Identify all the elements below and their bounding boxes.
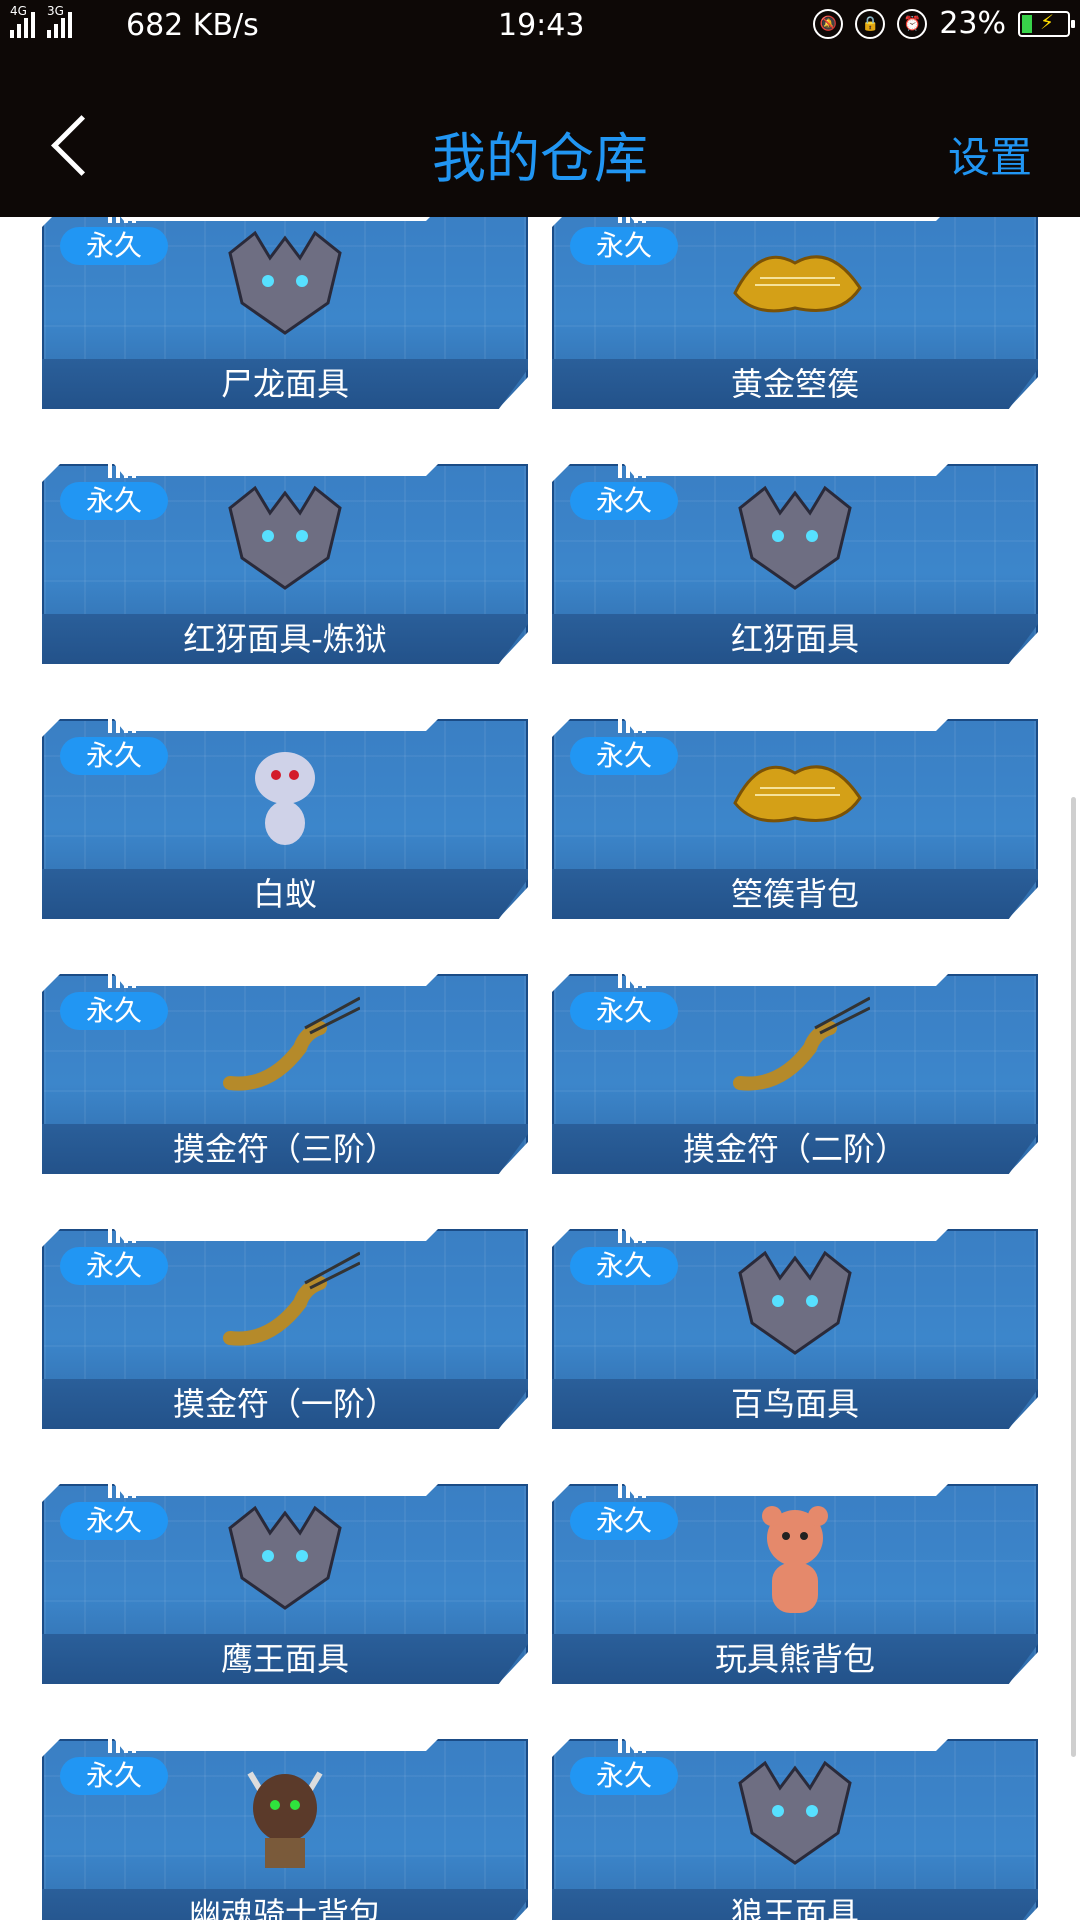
- permanent-badge: 永久: [60, 1757, 168, 1795]
- item-name: 白蚁: [252, 875, 317, 913]
- signal-indicators: 4G 3G: [10, 4, 72, 38]
- knight-icon: [247, 1771, 323, 1868]
- card-tick-marks: [108, 974, 136, 988]
- item-name: 百鸟面具: [730, 1385, 859, 1423]
- item-name: 摸金符（一阶）: [172, 1385, 397, 1423]
- item-card[interactable]: 永久摸金符（二阶）: [552, 974, 1038, 1174]
- mask-icon: [738, 1250, 852, 1355]
- lock-rotation-icon: 🔒: [855, 8, 886, 39]
- item-name: 鹰王面具: [220, 1640, 349, 1678]
- scrollbar[interactable]: [1071, 797, 1076, 1757]
- permanent-badge: 永久: [570, 1757, 678, 1795]
- status-bar: 4G 3G 682 KB/s 19:43 🔕 🔒 ⏰ 23% ⚡: [0, 0, 1080, 54]
- item-card[interactable]: 永久红犽面具: [552, 464, 1038, 664]
- signal-3g-icon: 3G: [47, 4, 72, 38]
- permanent-badge: 永久: [60, 482, 168, 520]
- item-name: 黄金箜篌: [730, 365, 859, 403]
- card-tick-marks: [618, 719, 646, 733]
- item-name: 摸金符（二阶）: [682, 1130, 907, 1168]
- item-name: 红犽面具: [730, 620, 859, 658]
- item-name: 尸龙面具: [220, 365, 349, 403]
- card-tick-marks: [618, 1229, 646, 1243]
- page-title: 我的仓库: [432, 127, 648, 190]
- card-tick-marks: [108, 1484, 136, 1498]
- card-tick-marks: [108, 217, 136, 223]
- settings-button[interactable]: 设置: [948, 124, 1032, 185]
- item-card[interactable]: 永久白蚁: [42, 719, 528, 919]
- harp-icon: [733, 255, 862, 313]
- teddy-bear-icon: [762, 1506, 828, 1613]
- item-name: 箜篌背包: [730, 875, 859, 913]
- item-card[interactable]: 永久玩具熊背包: [552, 1484, 1038, 1684]
- signal-4g-icon: 4G: [10, 4, 35, 38]
- pet-icon: [255, 752, 315, 845]
- charging-icon: ⚡: [1040, 9, 1055, 34]
- permanent-badge: 永久: [570, 227, 678, 265]
- mask-icon: [228, 230, 342, 335]
- status-right: 🔕 🔒 ⏰ 23% ⚡: [813, 6, 1075, 41]
- permanent-badge: 永久: [60, 737, 168, 775]
- card-tick-marks: [618, 1739, 646, 1753]
- card-tick-marks: [618, 217, 646, 223]
- network-speed: 682 KB/s: [126, 8, 259, 43]
- card-tick-marks: [108, 464, 136, 478]
- mask-icon: [738, 1760, 852, 1865]
- network-type-label: 3G: [47, 4, 64, 18]
- item-name: 狼王面具: [730, 1895, 859, 1920]
- mask-icon: [738, 485, 852, 590]
- item-card[interactable]: 永久幽魂骑士背包: [42, 1739, 528, 1920]
- warehouse-list[interactable]: 永久 尸龙面具 永久 黄金箜篌 永久 红犽面具-炼狱 永久 红犽面具 永久 白蚁 永久 箜篌背包 永久摸…: [0, 217, 1080, 1920]
- item-name: 红犽面具-炼狱: [183, 620, 387, 658]
- item-card[interactable]: 永久箜篌背包: [552, 719, 1038, 919]
- item-name: 幽魂骑士背包: [188, 1895, 381, 1920]
- permanent-badge: 永久: [570, 737, 678, 775]
- item-card[interactable]: 永久摸金符（一阶）: [42, 1229, 528, 1429]
- permanent-badge: 永久: [60, 227, 168, 265]
- item-card[interactable]: 永久摸金符（三阶）: [42, 974, 528, 1174]
- card-tick-marks: [618, 974, 646, 988]
- battery-fill: [1022, 14, 1032, 33]
- card-tick-marks: [108, 1229, 136, 1243]
- claw-pendant-icon: [733, 996, 870, 1091]
- permanent-badge: 永久: [570, 482, 678, 520]
- item-card[interactable]: 永久百鸟面具: [552, 1229, 1038, 1429]
- item-card[interactable]: 永久红犽面具-炼狱: [42, 464, 528, 664]
- claw-pendant-icon: [223, 996, 360, 1091]
- card-tick-marks: [618, 464, 646, 478]
- battery-percent: 23%: [939, 6, 1006, 41]
- battery-icon: ⚡: [1018, 9, 1075, 37]
- card-tick-marks: [108, 719, 136, 733]
- harp-icon: [733, 765, 862, 823]
- mask-icon: [228, 1505, 342, 1610]
- nav-bar: 我的仓库 设置: [0, 54, 1080, 217]
- status-clock: 19:43: [498, 8, 585, 43]
- card-tick-marks: [618, 1484, 646, 1498]
- mask-icon: [228, 485, 342, 590]
- item-card[interactable]: 永久尸龙面具: [42, 217, 528, 409]
- permanent-badge: 永久: [60, 1247, 168, 1285]
- card-tick-marks: [108, 1739, 136, 1753]
- permanent-badge: 永久: [570, 1502, 678, 1540]
- permanent-badge: 永久: [60, 1502, 168, 1540]
- item-card[interactable]: 永久鹰王面具: [42, 1484, 528, 1684]
- item-name: 摸金符（三阶）: [172, 1130, 397, 1168]
- item-card[interactable]: 永久黄金箜篌: [552, 217, 1038, 409]
- permanent-badge: 永久: [570, 1247, 678, 1285]
- permanent-badge: 永久: [60, 992, 168, 1030]
- item-name: 玩具熊背包: [714, 1640, 875, 1678]
- permanent-badge: 永久: [570, 992, 678, 1030]
- mute-icon: 🔕: [813, 8, 844, 39]
- network-type-label: 4G: [10, 4, 27, 18]
- item-card[interactable]: 永久狼王面具: [552, 1739, 1038, 1920]
- alarm-icon: ⏰: [897, 8, 928, 39]
- claw-pendant-icon: [223, 1251, 360, 1346]
